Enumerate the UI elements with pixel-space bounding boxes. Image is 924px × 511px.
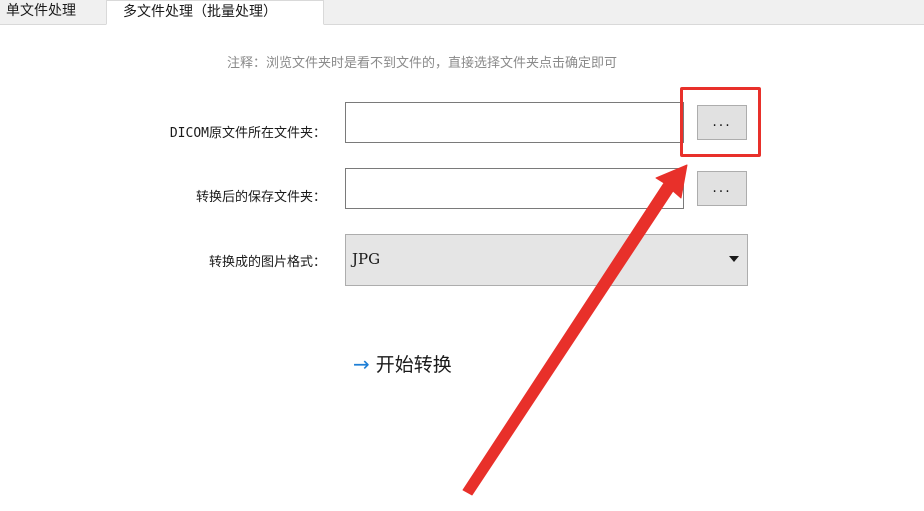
output-folder-input[interactable] [345, 168, 684, 209]
format-select-value: JPG [352, 250, 381, 268]
tab-strip: 单文件处理 多文件处理（批量处理） [0, 0, 924, 25]
output-folder-label: 转换后的保存文件夹： [195, 190, 326, 205]
batch-convert-window: 单文件处理 多文件处理（批量处理） 注释：浏览文件夹时是看不到文件的，直接选择文… [0, 0, 924, 511]
output-folder-browse-button[interactable]: ... [697, 171, 747, 206]
source-folder-label: DICOM原文件所在文件夹： [169, 126, 326, 141]
tab-batch-files[interactable]: 多文件处理（批量处理） [106, 0, 324, 25]
format-label: 转换成的图片格式： [208, 255, 326, 270]
start-convert-label: 开始转换 [375, 354, 452, 376]
instruction-note-text: 注释：浏览文件夹时是看不到文件的，直接选择文件夹点击确定即可 [226, 56, 617, 71]
source-folder-input[interactable] [345, 102, 684, 143]
format-select[interactable]: JPG [345, 234, 748, 286]
tab-single-file[interactable]: 单文件处理 [0, 0, 104, 24]
source-folder-browse-button[interactable]: ... [697, 105, 747, 140]
arrow-right-icon: → [353, 352, 370, 376]
chevron-down-icon [729, 256, 739, 262]
start-convert-button[interactable]: → 开始转换 [353, 350, 452, 377]
instruction-note: 注释：浏览文件夹时是看不到文件的，直接选择文件夹点击确定即可 [0, 52, 924, 71]
